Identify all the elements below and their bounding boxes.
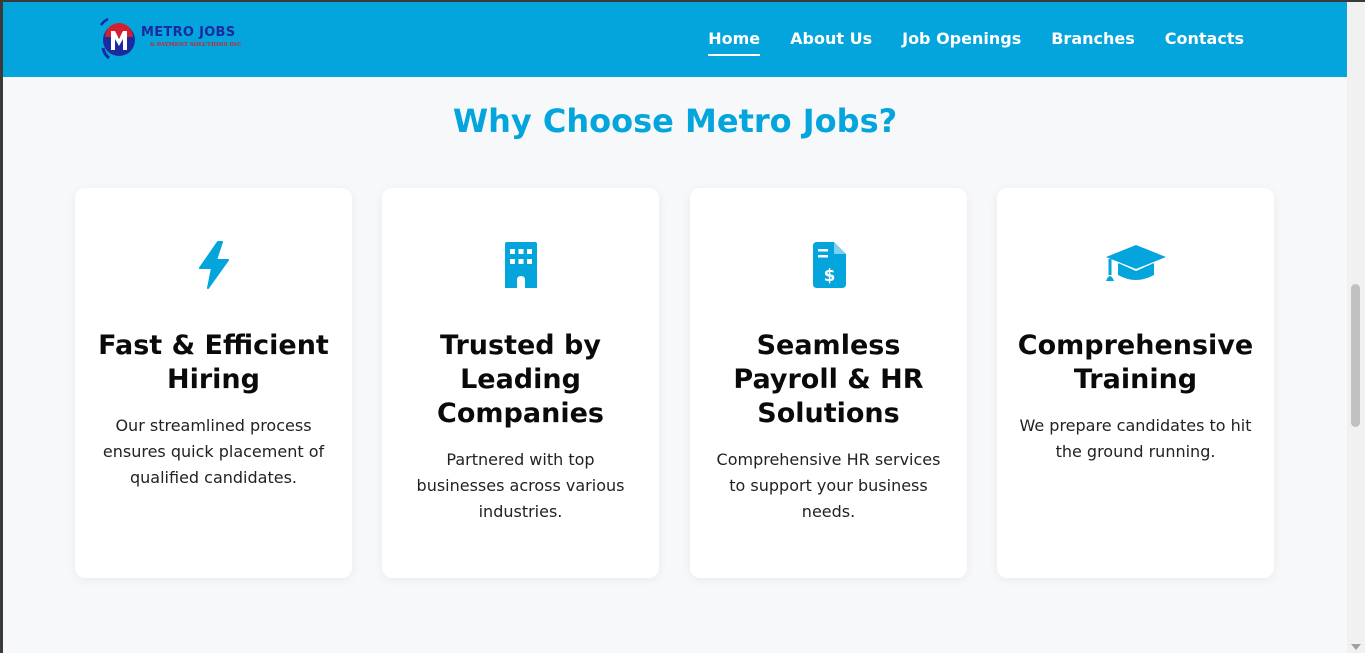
nav-job-openings[interactable]: Job Openings <box>902 29 1021 56</box>
card-description: Our streamlined process ensures quick pl… <box>102 416 325 487</box>
feature-card-training: Comprehensive Training We prepare candid… <box>997 188 1274 578</box>
navbar: METRO JOBS & PAYMENT SOLUTIONS INC Home … <box>3 2 1347 77</box>
vertical-scrollbar[interactable] <box>1347 2 1365 653</box>
graduation-cap-icon <box>1105 245 1166 281</box>
logo-subtitle: & PAYMENT SOLUTIONS INC <box>150 42 242 48</box>
card-title: Comprehensive Training <box>1017 330 1254 395</box>
card-description: Partnered with top businesses across var… <box>416 450 625 521</box>
invoice-dollar-icon: $ <box>812 242 846 288</box>
nav-contacts[interactable]: Contacts <box>1165 29 1244 56</box>
main-nav: Home About Us Job Openings Branches Cont… <box>708 29 1244 56</box>
building-icon <box>504 242 537 288</box>
section-title: Why Choose Metro Jobs? <box>452 102 898 140</box>
feature-card-payroll: $ Seamless Payroll & HR Solutions Compre… <box>690 188 967 578</box>
svg-text:$: $ <box>823 266 835 286</box>
page-viewport: METRO JOBS & PAYMENT SOLUTIONS INC Home … <box>3 2 1347 653</box>
logo-title: METRO JOBS <box>141 25 236 40</box>
card-description: Comprehensive HR services to support you… <box>716 450 941 521</box>
feature-card-trusted: Trusted by Leading Companies Partnered w… <box>382 188 659 578</box>
scroll-down-arrow-icon[interactable] <box>1351 644 1361 650</box>
scrollbar-thumb[interactable] <box>1351 284 1360 427</box>
card-title: Fast & Efficient Hiring <box>98 330 329 395</box>
lightning-bolt-icon <box>198 241 229 289</box>
card-title: Trusted by Leading Companies <box>437 330 604 429</box>
card-title: Seamless Payroll & HR Solutions <box>733 330 924 429</box>
nav-home[interactable]: Home <box>708 29 761 56</box>
nav-branches[interactable]: Branches <box>1051 29 1135 56</box>
card-description: We prepare candidates to hit the ground … <box>1019 416 1252 461</box>
site-logo[interactable]: METRO JOBS & PAYMENT SOLUTIONS INC <box>96 15 286 65</box>
feature-card-fast-hiring: Fast & Efficient Hiring Our streamlined … <box>75 188 352 578</box>
nav-about-us[interactable]: About Us <box>790 29 872 56</box>
logo-badge-icon <box>99 17 135 60</box>
